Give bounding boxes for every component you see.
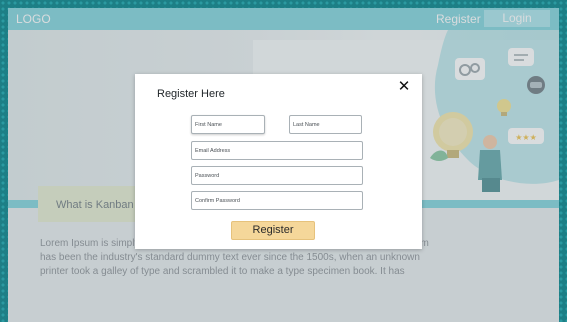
confirm-password-input[interactable] <box>191 191 363 210</box>
close-icon[interactable]: ✕ <box>397 79 411 94</box>
register-modal: Register Here ✕ Register <box>135 74 422 249</box>
email-input[interactable] <box>191 141 363 160</box>
password-input[interactable] <box>191 166 363 185</box>
register-submit-button[interactable]: Register <box>231 221 315 240</box>
last-name-input[interactable] <box>289 115 362 134</box>
first-name-input[interactable] <box>191 115 265 134</box>
modal-title: Register Here <box>157 88 225 100</box>
